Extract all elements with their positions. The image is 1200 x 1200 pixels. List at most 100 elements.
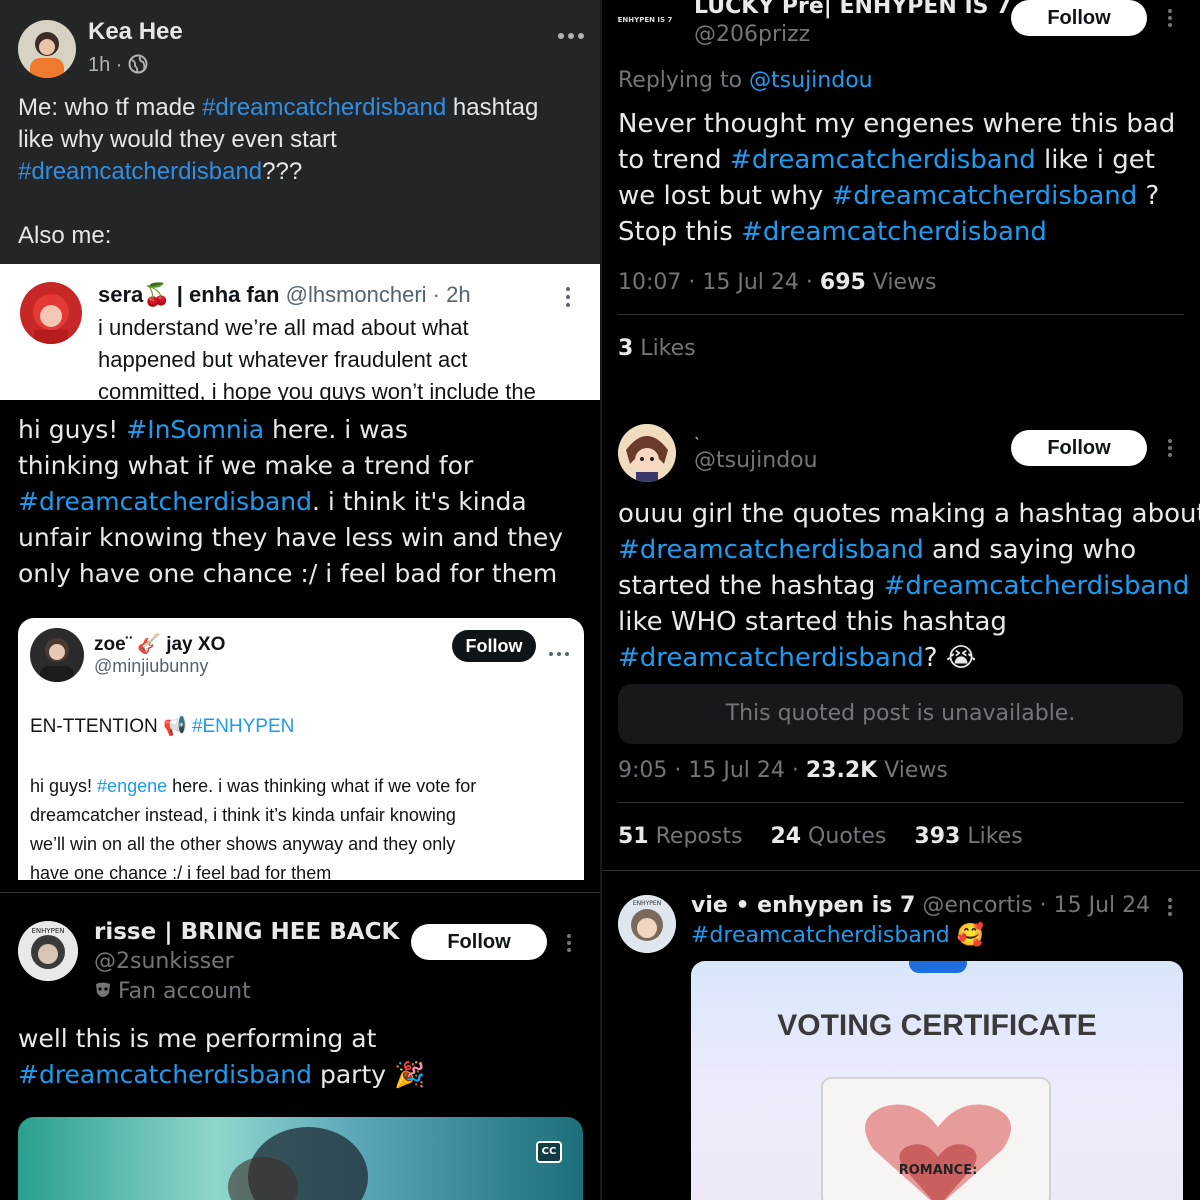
hashtag-link[interactable]: #dreamcatcherdisband [18,1060,312,1089]
tsuji-engagement: 51 Reposts 24 Quotes 393 Likes [618,824,1023,849]
text: well this is me performing at [18,1024,377,1053]
text: ? 😭 [923,643,977,673]
album-cover: ROMANCE: [821,1077,1051,1200]
timestamp[interactable]: 10:07 · 15 Jul 24 · [618,270,820,295]
kea-time: 1h · [88,54,123,76]
zoe-name[interactable]: zoe¨ 🎸 jay XO [94,632,225,656]
lucky-meta: 10:07 · 15 Jul 24 · 695 Views [618,270,937,295]
hashtag-link[interactable]: #dreamcatcherdisband [618,643,924,673]
svg-text:ENHYPEN: ENHYPEN [31,927,64,935]
quotes-stat[interactable]: 24 Quotes [770,824,886,849]
voting-certificate-image[interactable]: VOTING CERTIFICATE ROMANCE: [691,961,1183,1200]
lucky-name[interactable]: LUCKY Pre| ENHYPEN IS 7 [694,0,1011,19]
sera-header: sera🍒 | enha fan @lhsmoncheri · 2h [98,282,471,308]
tsuji-name[interactable]: ˎ [694,424,701,440]
hashtag-link[interactable]: #engene [97,776,167,796]
text: ouuu girl the quotes making a hashtag ab… [618,499,1200,529]
lucky-handle[interactable]: @206prizz [694,22,810,47]
likes-count: 3 [618,336,634,361]
text: started the hashtag [618,571,884,601]
reposts-label: Reposts [648,824,743,849]
vie-avatar[interactable]: ENHYPEN [618,895,676,953]
tsuji-follow-button[interactable]: Follow [1011,430,1147,466]
risse-follow-button[interactable]: Follow [411,924,547,960]
quoted-post-unavailable: This quoted post is unavailable. [618,684,1183,744]
zoe-avatar[interactable] [30,628,84,682]
mcountdown-logo [909,961,967,973]
quotes-count: 24 [770,824,802,849]
hashtag-link[interactable]: #dreamcatcherdisband [618,535,924,565]
zoe-text-title: EN-TTENTION 📢 #ENHYPEN [30,714,294,738]
vie-name[interactable]: vie • enhypen is 7 [691,893,915,918]
risse-badge: Fan account [94,979,251,1007]
text: 🥰 [949,923,985,948]
text: hashtag [446,94,539,121]
more-options-icon[interactable] [556,26,586,45]
tsuji-handle[interactable]: @tsujindou [694,448,818,473]
timestamp[interactable]: 9:05 · 15 Jul 24 · [618,758,806,783]
risse-handle[interactable]: @2sunkisser [94,949,234,974]
sera-handle[interactable]: @lhsmoncheri · 2h [286,282,471,307]
views-label: Views [865,270,937,295]
risse-avatar[interactable]: ENHYPEN [18,921,78,981]
reposts-stat[interactable]: 51 Reposts [618,824,742,849]
text: to trend [618,145,730,175]
hashtag-link[interactable]: #InSomnia [126,415,264,444]
lucky-follow-button[interactable]: Follow [1011,0,1147,36]
hashtag-link[interactable]: #dreamcatcherdisband [202,94,446,121]
text: Me: who tf made [18,94,203,121]
sera-avatar[interactable] [20,282,82,344]
zoe-text-body: hi guys! #engene here. i was thinking wh… [30,772,476,880]
more-options-icon[interactable] [548,642,570,661]
text: dreamcatcher instead, i think it’s kinda… [30,805,456,825]
reply-handle-link[interactable]: @tsujindou [749,68,873,93]
hashtag-link[interactable]: #dreamcatcherdisband [18,158,262,185]
risse-video[interactable]: CC [18,1117,583,1200]
replying-to: Replying to @tsujindou [618,68,873,93]
tsuji-meta: 9:05 · 15 Jul 24 · 23.2K Views [618,758,948,783]
more-options-icon[interactable] [1167,897,1173,921]
sera-tweet-screenshot: sera🍒 | enha fan @lhsmoncheri · 2h i und… [0,264,600,400]
hashtag-link[interactable]: #dreamcatcherdisband [730,145,1036,175]
zoe-follow-button[interactable]: Follow [452,630,536,662]
globe-icon [128,54,148,74]
zoe-handle[interactable]: @minjiubunny [94,656,208,677]
hashtag-link[interactable]: #dreamcatcherdisband [691,923,950,948]
risse-tweet: ENHYPEN risse | BRING HEE BACK @2sunkiss… [0,892,600,1200]
more-options-icon[interactable] [1167,438,1173,462]
views-label: Views [877,758,948,783]
hashtag-link[interactable]: #dreamcatcherdisband [741,217,1047,247]
text: Replying to [618,68,750,93]
more-options-icon[interactable] [565,286,571,312]
hashtag-link[interactable]: #ENHYPEN [192,716,294,737]
text: EN-TTENTION 📢 [30,716,192,737]
text: Stop this [618,217,742,247]
hashtag-link[interactable]: #dreamcatcherdisband [18,487,312,516]
closed-captions-icon[interactable]: CC [536,1141,562,1163]
kea-time-row: 1h · [88,54,148,77]
text: ??? [262,158,303,185]
text: only have one chance :/ i feel bad for t… [18,559,558,588]
kea-avatar[interactable] [18,20,76,78]
vie-handle[interactable]: @encortis · 15 Jul 24 [915,893,1150,918]
text: committed, i hope you guys won’t include… [98,379,536,400]
text: Never thought my engenes where this bad [618,109,1176,139]
views-count: 695 [819,270,866,295]
tsuji-text: ouuu girl the quotes making a hashtag ab… [618,496,1200,676]
lucky-likes[interactable]: 3 Likes [618,336,696,361]
sera-name[interactable]: sera🍒 | enha fan [98,282,280,307]
text: here. i was thinking what if we vote for [167,776,477,796]
likes-stat[interactable]: 393 Likes [914,824,1022,849]
kea-name[interactable]: Kea Hee [88,18,183,46]
lucky-tweet: ENHYPEN IS 7 LUCKY Pre| ENHYPEN IS 7 @20… [602,0,1200,392]
more-options-icon[interactable] [1167,8,1173,32]
hashtag-link[interactable]: #dreamcatcherdisband [832,181,1138,211]
lucky-avatar[interactable]: ENHYPEN IS 7 [616,0,674,42]
more-options-icon[interactable] [566,933,572,957]
risse-name[interactable]: risse | BRING HEE BACK [94,919,399,945]
badge-text: Fan account [118,979,251,1004]
sera-text: i understand we’re all mad about what ha… [98,312,536,400]
certificate-title: VOTING CERTIFICATE [777,1009,1097,1042]
tsuji-avatar[interactable] [618,424,676,482]
hashtag-link[interactable]: #dreamcatcherdisband [884,571,1190,601]
